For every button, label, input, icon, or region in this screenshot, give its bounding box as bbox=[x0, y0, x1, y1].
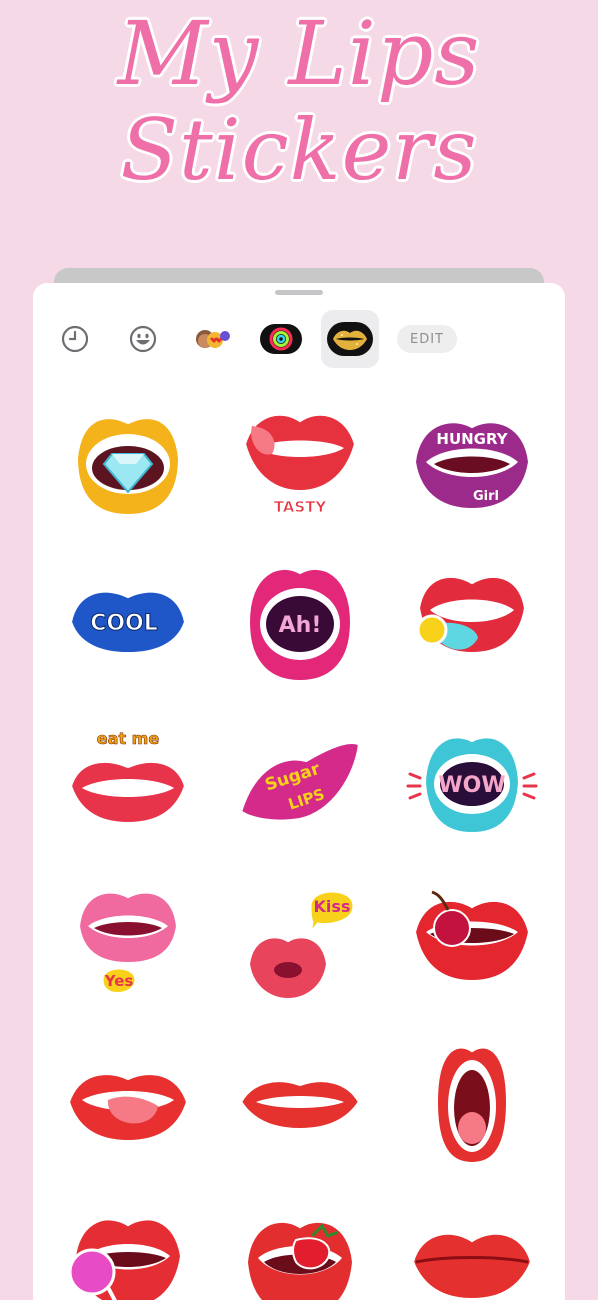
drawer-grabber[interactable] bbox=[275, 290, 323, 295]
sticker-red-lips-open-wide[interactable] bbox=[397, 1027, 547, 1177]
sticker-magenta-lips-sugar-lips[interactable]: Sugar LIPS bbox=[225, 707, 375, 857]
sticker-image bbox=[65, 1071, 191, 1145]
gold-lips-icon bbox=[327, 322, 373, 356]
app-title: My Lips Stickers bbox=[0, 2, 598, 200]
sticker-red-lips-candy-tongue[interactable] bbox=[397, 547, 547, 697]
sticker-image: Sugar LIPS bbox=[237, 740, 363, 824]
sticker-image bbox=[243, 1218, 357, 1300]
sticker-gold-lips-diamond[interactable] bbox=[53, 387, 203, 537]
sticker-image bbox=[415, 573, 529, 657]
sticker-caption: HUNGRY bbox=[436, 430, 508, 448]
activity-rings-icon bbox=[260, 324, 302, 354]
sticker-caption: eat me bbox=[97, 729, 160, 748]
sticker-image: TASTY bbox=[241, 411, 359, 516]
emoji-smiley-icon bbox=[129, 325, 157, 353]
sticker-image: Yes bbox=[75, 889, 181, 995]
sticker-image: HUNGRY Girl bbox=[411, 419, 533, 513]
activity-button[interactable] bbox=[255, 313, 307, 365]
sticker-red-lips-eat-me[interactable]: eat me bbox=[53, 707, 203, 857]
sticker-image: eat me bbox=[67, 729, 189, 827]
recents-button[interactable] bbox=[49, 313, 101, 365]
sticker-image: Ah! bbox=[245, 566, 355, 685]
sticker-caption: COOL bbox=[90, 611, 158, 636]
sticker-red-lips-tongue[interactable] bbox=[53, 1027, 203, 1177]
sticker-image bbox=[433, 1044, 511, 1167]
my-lips-pack-button[interactable] bbox=[321, 310, 379, 368]
sticker-image bbox=[237, 1078, 363, 1133]
sticker-blue-lips-cool[interactable]: COOL bbox=[53, 547, 203, 697]
sticker-red-lips-lollipop[interactable] bbox=[53, 1187, 203, 1300]
sticker-drawer: EDIT TASTY HUNGRY Girl COOL Ah! eat me S… bbox=[33, 283, 565, 1300]
recents-clock-icon bbox=[61, 325, 89, 353]
sticker-caption: Ah! bbox=[279, 613, 322, 638]
sticker-caption-2: Girl bbox=[473, 489, 499, 504]
memoji-button[interactable] bbox=[187, 313, 239, 365]
sticker-image: Kiss bbox=[245, 889, 356, 1003]
sticker-toolbar: EDIT bbox=[33, 305, 565, 373]
sticker-pink-lips-yes[interactable]: Yes bbox=[53, 867, 203, 1017]
emoji-button[interactable] bbox=[117, 313, 169, 365]
sticker-red-lips-closed[interactable] bbox=[397, 1187, 547, 1300]
sticker-pink-lips-ah[interactable]: Ah! bbox=[225, 547, 375, 697]
sticker-caption: Kiss bbox=[314, 897, 351, 916]
sticker-caption: Yes bbox=[104, 972, 134, 990]
title-line-1: My Lips bbox=[117, 2, 481, 105]
sticker-caption: TASTY bbox=[274, 498, 328, 516]
memoji-icon bbox=[196, 330, 230, 348]
sticker-red-lips-smile[interactable] bbox=[225, 1027, 375, 1177]
sticker-red-lips-tongue-tasty[interactable]: TASTY bbox=[225, 387, 375, 537]
sticker-purple-lips-hungry-girl[interactable]: HUNGRY Girl bbox=[397, 387, 547, 537]
sticker-image: WOW bbox=[406, 734, 538, 837]
sticker-cyan-lips-wow[interactable]: WOW bbox=[397, 707, 547, 857]
sticker-caption: WOW bbox=[438, 773, 505, 798]
sticker-kiss-lips-kiss[interactable]: Kiss bbox=[225, 867, 375, 1017]
edit-button[interactable]: EDIT bbox=[397, 325, 457, 353]
title-line-2: Stickers bbox=[120, 101, 478, 200]
sticker-image bbox=[73, 415, 183, 519]
sticker-image bbox=[68, 1216, 185, 1300]
sticker-image bbox=[411, 890, 533, 985]
sticker-image bbox=[409, 1230, 535, 1300]
sticker-red-lips-cherry[interactable] bbox=[397, 867, 547, 1017]
sticker-red-lips-strawberry[interactable] bbox=[225, 1187, 375, 1300]
sticker-image: COOL bbox=[67, 588, 189, 657]
